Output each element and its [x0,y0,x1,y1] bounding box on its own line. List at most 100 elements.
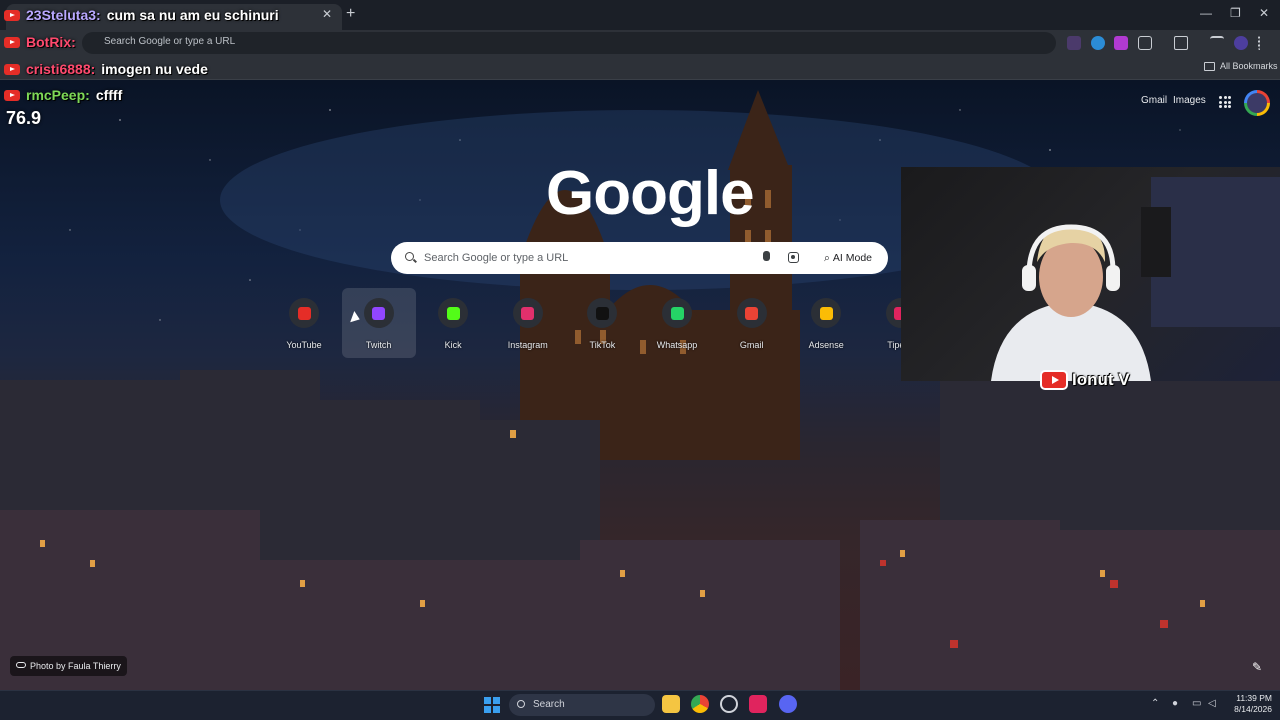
maximize-icon[interactable]: ❐ [1230,6,1241,20]
chat-message: cristi6888: imogen nu vede [4,59,208,79]
youtube-icon [4,36,20,48]
lens-icon[interactable] [788,252,799,263]
shortcut-label: TikTok [589,340,616,350]
extension-icon[interactable] [1067,36,1081,50]
chat-username: cristi6888: [26,61,96,77]
ai-mode-label: AI Mode [832,252,872,264]
images-link[interactable]: Images [1173,95,1206,106]
menu-kebab-icon[interactable] [1258,36,1262,50]
shortcut-adsense[interactable]: Adsense [789,288,863,358]
photo-credit-link[interactable]: Photo by Faula Thierry [10,656,127,676]
instagram-icon [512,298,543,328]
ai-mode-button[interactable]: ⌕ AI Mode [814,246,882,270]
chat-text: cffff [95,87,123,103]
gmail-link[interactable]: Gmail [1141,95,1167,106]
chat-username: 23Steluta3: [26,7,101,23]
folder-icon [1204,62,1215,71]
shortcut-tiktok[interactable]: TikTok [565,288,639,358]
clock-time: 11:39 PM [1236,693,1272,703]
shortcut-label: Gmail [739,340,764,350]
screen: { "browser": { "omnibox_placeholder": "S… [0,0,1280,720]
whatsapp-icon [662,298,692,328]
ai-sparkle-icon: ⌕ [824,251,830,264]
youtube-logo-icon [1040,370,1068,390]
cast-icon[interactable] [1174,36,1188,50]
chat-text: imogen nu vede [101,61,208,77]
tab-close-icon[interactable]: ✕ [322,7,332,21]
kick-icon [438,298,469,328]
shortcut-label: Whatsapp [656,340,698,350]
youtube-icon [4,63,20,75]
streamer-name-badge: Ionut V [1040,370,1130,390]
chrome-icon[interactable] [691,695,709,713]
network-icon[interactable]: ▭ [1192,698,1201,709]
microphone-icon[interactable] [763,251,770,261]
all-bookmarks-link[interactable]: All Bookmarks [1220,61,1278,71]
google-logo: Google [546,159,755,228]
youtube-icon [289,298,319,328]
photo-credit-text: Photo by Faula Thierry [30,661,121,671]
shortcut-label: Twitch [365,340,392,350]
file-explorer-icon[interactable] [662,695,680,713]
twitch-icon [363,298,394,328]
chat-message: rmcPeep: cffff [4,85,122,105]
youtube-icon [4,9,20,21]
chat-text: cum sa nu am eu schinuri [106,7,279,23]
taskbar-search-label: Search [533,699,565,710]
windows-start-icon[interactable] [484,697,500,713]
discord-icon[interactable] [779,695,797,713]
kick-icon-glyph [446,306,460,320]
shortcut-youtube[interactable]: YouTube [267,288,341,358]
search-icon [405,252,414,261]
chat-username: BotRix: [26,34,76,50]
shortcut-label: Adsense [808,340,844,350]
shortcut-gmail[interactable]: Gmail [715,288,789,358]
gmail-icon [736,298,767,328]
adsense-icon-glyph [819,306,833,320]
shortcut-instagram[interactable]: Instagram [491,288,565,358]
extensions-puzzle-icon[interactable] [1138,36,1152,50]
shortcut-kick[interactable]: Kick [416,288,490,358]
shortcut-whatsapp[interactable]: Whatsapp [640,288,714,358]
google-apps-icon[interactable] [1219,96,1231,108]
chat-message: 23Steluta3: cum sa nu am eu schinuri [4,5,279,25]
twitch-icon-glyph [372,306,386,320]
youtube-icon-glyph [297,306,311,320]
streamer-name: Ionut V [1072,370,1130,389]
clock-date: 8/14/2026 [1234,704,1272,714]
volume-icon[interactable]: ◁ [1208,698,1216,709]
shortcut-label: YouTube [286,340,322,350]
extension-icon[interactable] [1114,36,1128,50]
whatsapp-icon-glyph [670,306,684,320]
gmail-icon-glyph [745,306,759,320]
chat-username: rmcPeep: [26,87,90,103]
webcam-overlay [901,167,1280,381]
adsense-icon [811,298,842,328]
customize-pencil-icon[interactable]: ✎ [1252,660,1262,674]
stream-counter: 76.9 [6,108,42,128]
chat-message: BotRix: [4,32,82,52]
link-icon [16,662,26,668]
search-icon [517,700,525,708]
youtube-icon [4,89,20,101]
tiktok-icon [587,298,618,328]
account-avatar[interactable] [1244,90,1270,116]
omnibox-placeholder: Search Google or type a URL [104,36,236,47]
taskbar-search[interactable] [509,694,655,716]
reading-list-icon[interactable] [1210,36,1224,50]
close-window-icon[interactable]: ✕ [1259,6,1269,20]
new-tab-button[interactable]: + [346,5,355,23]
profile-icon[interactable] [1234,36,1248,50]
minimize-icon[interactable]: — [1200,6,1212,20]
search-input[interactable]: Search Google or type a URL [424,252,568,264]
instagram-icon-glyph [521,306,535,320]
extension-icon[interactable] [1091,36,1105,50]
chevron-up-icon[interactable]: ⌃ [1151,698,1159,709]
obs-icon[interactable] [720,695,738,713]
shortcut-label: Kick [444,340,462,350]
shortcut-label: Instagram [507,340,548,350]
microphone-tray-icon[interactable]: ● [1172,698,1178,709]
system-clock[interactable]: 11:39 PM 8/14/2026 [1224,693,1272,715]
tiktok-studio-icon[interactable] [749,695,767,713]
tiktok-icon-glyph [595,306,609,320]
